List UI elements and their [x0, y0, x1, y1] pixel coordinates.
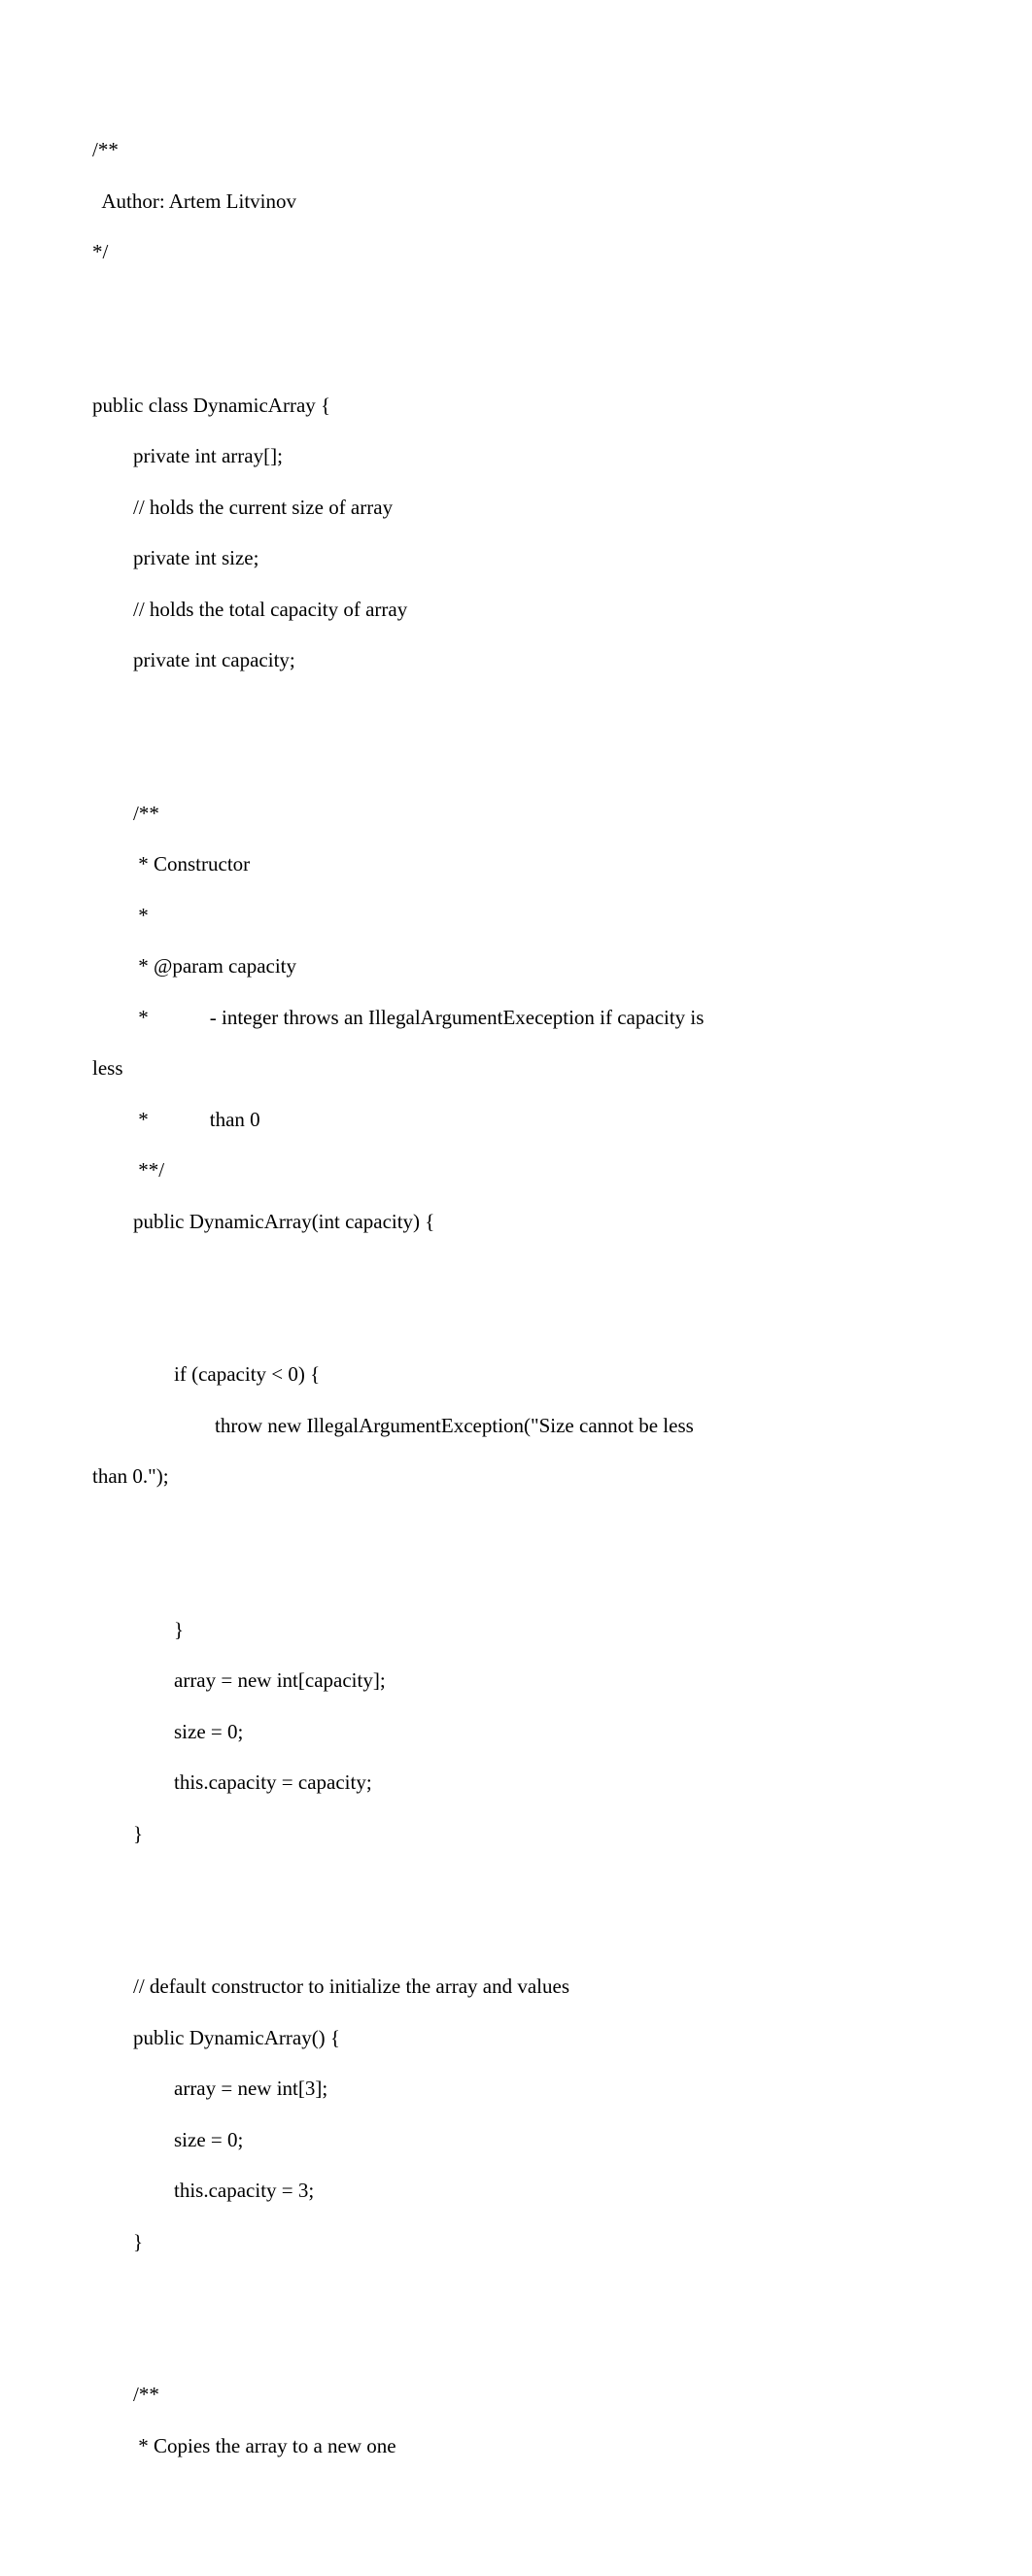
code-line: private int capacity;	[92, 648, 295, 671]
code-line: public DynamicArray() {	[92, 2026, 340, 2049]
code-line: public DynamicArray(int capacity) {	[92, 1210, 434, 1233]
code-line: /**	[92, 802, 159, 825]
code-line: Author: Artem Litvinov	[92, 189, 296, 213]
code-line: * - integer throws an IllegalArgumentExe…	[92, 1006, 704, 1029]
code-line: * @param capacity	[92, 954, 296, 978]
code-line: throw new IllegalArgumentException("Size…	[92, 1414, 694, 1437]
code-line: than 0.");	[92, 1464, 169, 1488]
code-line: private int array[];	[92, 444, 283, 467]
code-line: }	[92, 1618, 184, 1641]
code-line: /**	[92, 2383, 159, 2406]
code-line: **/	[92, 1158, 164, 1182]
code-line: public class DynamicArray {	[92, 394, 330, 417]
code-line: private int size;	[92, 546, 258, 569]
code-line: array = new int[capacity];	[92, 1668, 386, 1692]
code-line: }	[92, 2230, 143, 2253]
code-line: }	[92, 1822, 143, 1845]
code-line: // default constructor to initialize the…	[92, 1975, 569, 1998]
document-page: /** Author: Artem Litvinov */ public cla…	[0, 0, 1032, 2576]
code-line: */	[92, 240, 108, 263]
code-line: size = 0;	[92, 1720, 243, 1743]
code-line: * Copies the array to a new one	[92, 2434, 396, 2457]
code-line: size = 0;	[92, 2128, 243, 2151]
code-line: /**	[92, 138, 119, 161]
code-line: * Constructor	[92, 852, 250, 876]
code-line: // holds the total capacity of array	[92, 598, 407, 621]
code-line: *	[92, 904, 149, 927]
code-line: if (capacity < 0) {	[92, 1362, 320, 1386]
code-line: array = new int[3];	[92, 2077, 327, 2100]
code-line: // holds the current size of array	[92, 496, 393, 519]
code-line: this.capacity = 3;	[92, 2179, 314, 2202]
code-line: less	[92, 1056, 123, 1080]
code-line: * than 0	[92, 1108, 260, 1131]
code-line: this.capacity = capacity;	[92, 1770, 372, 1794]
